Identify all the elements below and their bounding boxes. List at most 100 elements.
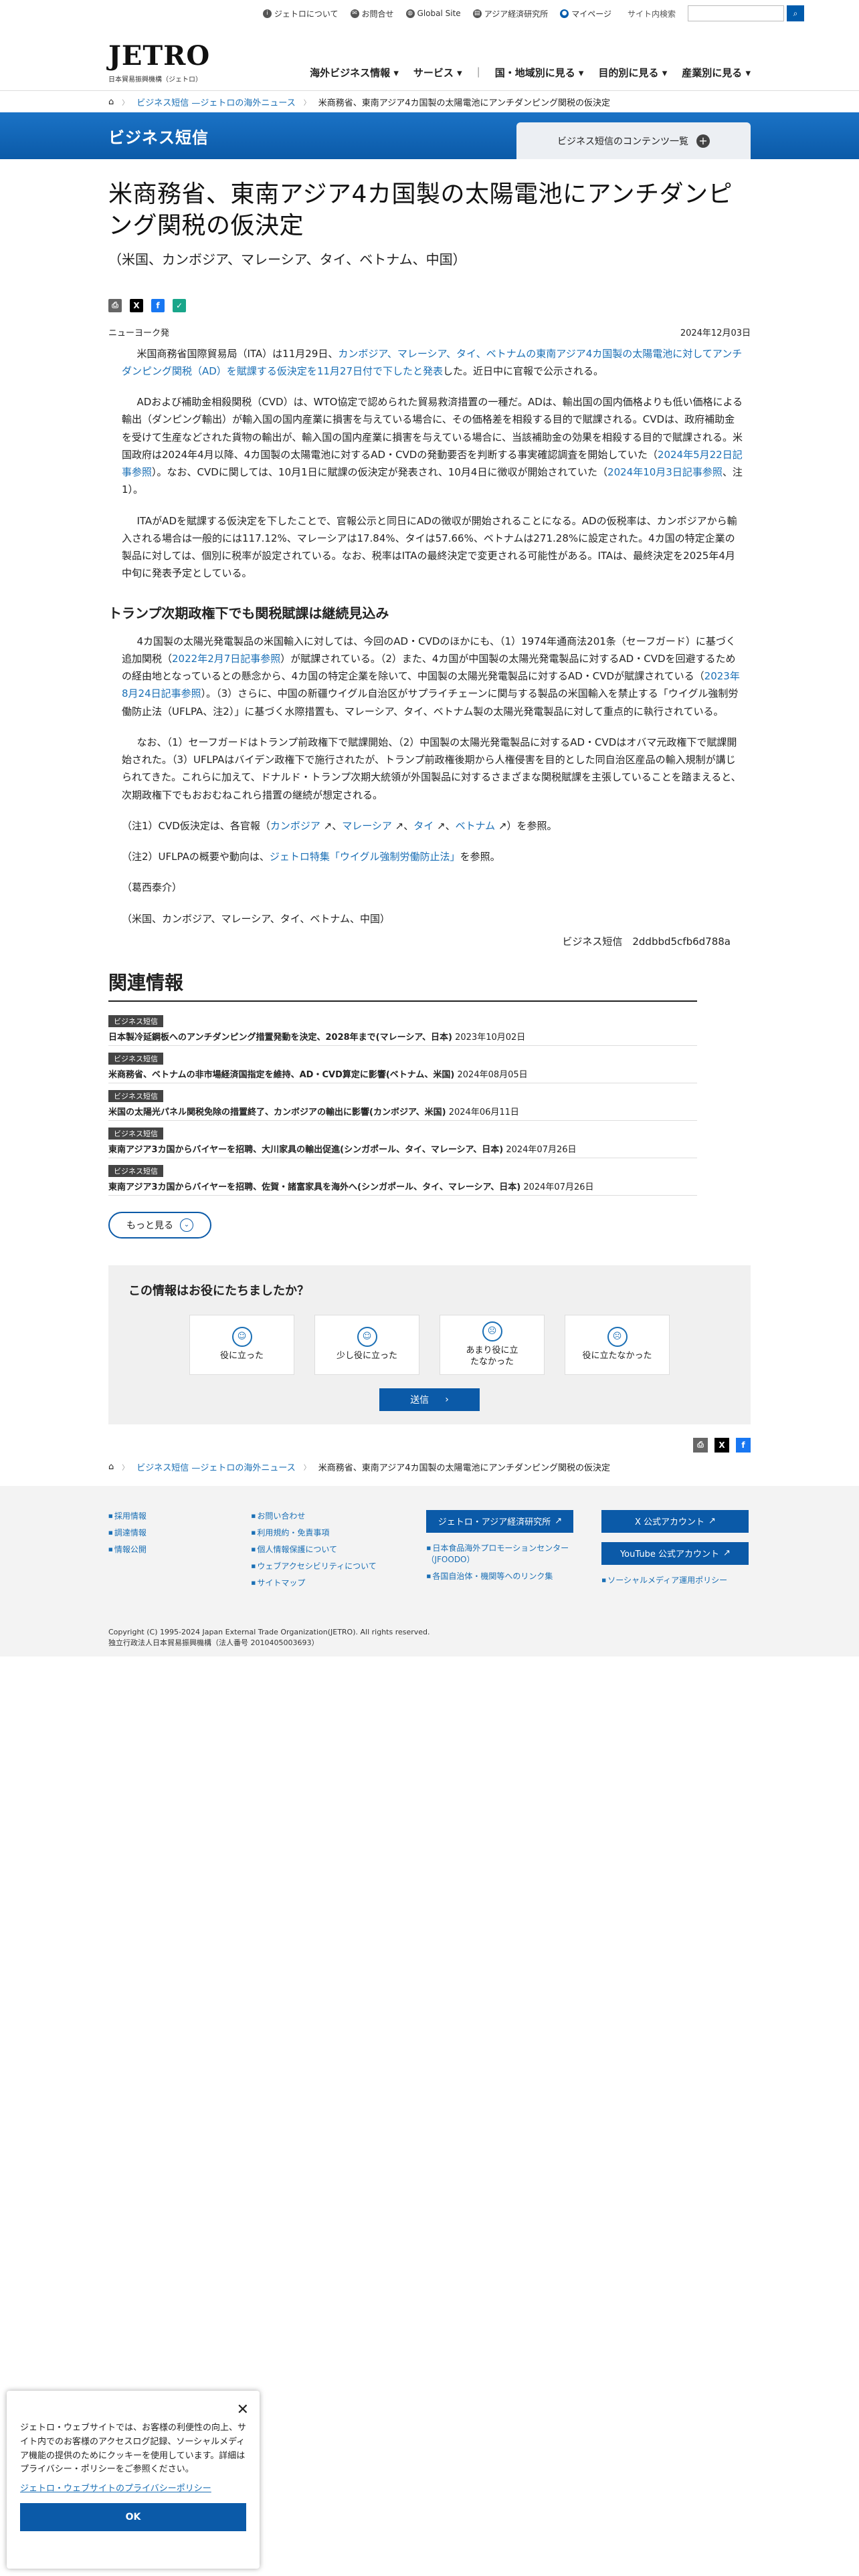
contact-link[interactable]: ✉ お問合せ bbox=[350, 8, 394, 19]
survey-option-not-helpful[interactable]: ☹ 役に立たなかった bbox=[565, 1314, 670, 1375]
mail-icon: ✉ bbox=[350, 9, 359, 18]
note-1: （注1）CVD仮決定は、各官報（カンボジア ↗、マレーシア ↗、タイ ↗、ベトナ… bbox=[122, 819, 557, 832]
text: （注1）CVD仮決定は、各官報（ bbox=[122, 819, 270, 832]
search-icon: ⌕ bbox=[793, 8, 798, 18]
ide-button[interactable]: ジェトロ・アジア経済研究所 ↗ bbox=[426, 1509, 574, 1533]
about-link[interactable]: i ジェトロについて bbox=[262, 8, 339, 19]
close-icon[interactable]: ✕ bbox=[237, 2401, 249, 2418]
gazette-link-cambodia[interactable]: カンボジア bbox=[270, 820, 320, 832]
uflpa-feature-link[interactable]: ジェトロ特集「ウイグル強制労働防止法」 bbox=[270, 851, 460, 863]
nav-separator: | bbox=[476, 66, 480, 78]
home-icon[interactable]: ⌂ bbox=[108, 97, 114, 107]
search-input[interactable] bbox=[688, 5, 784, 21]
breadcrumb-separator: 〉 bbox=[303, 99, 310, 107]
option-label: 役に立った bbox=[219, 1351, 264, 1362]
facebook-icon[interactable]: f bbox=[151, 298, 165, 312]
article-meta: ニューヨーク発 2024年12月03日 bbox=[108, 326, 751, 338]
print-icon[interactable]: ⎙ bbox=[108, 298, 122, 312]
related-item-title: 米国の太陽光パネル関税免除の措置終了、カンボジアの輸出に影響(カンボジア、米国) bbox=[108, 1107, 446, 1117]
global-label: Global Site bbox=[417, 9, 461, 18]
footer-link-contact[interactable]: お問い合わせ bbox=[257, 1511, 305, 1521]
related-item-date: 2024年06月11日 bbox=[448, 1107, 519, 1117]
logo-mark: JETRO bbox=[108, 40, 211, 72]
copyright-line: Copyright (C) 1995-2024 Japan External T… bbox=[108, 1627, 430, 1636]
footer-link-terms[interactable]: 利用規約・免責事項 bbox=[257, 1528, 329, 1537]
breadcrumb-biznews[interactable]: ビジネス短信 —ジェトロの海外ニュース bbox=[136, 1461, 295, 1473]
survey-option-not-very-helpful[interactable]: ☹ あまり役に立たなかった bbox=[440, 1314, 545, 1375]
text: ）。なお、CVDに関しては、10月1日に賦課の仮決定が発表され、10月4日に徴収… bbox=[152, 466, 608, 479]
related-item-date: 2023年10月02日 bbox=[455, 1032, 526, 1043]
survey-submit-button[interactable]: 送信 › bbox=[379, 1388, 480, 1411]
breadcrumb-current: 米商務省、東南アジア4カ国製の太陽電池にアンチダンピング関税の仮決定 bbox=[318, 1463, 610, 1474]
cookie-ok-button[interactable]: OK bbox=[20, 2503, 246, 2532]
footer-link-procurement[interactable]: 調達情報 bbox=[114, 1528, 147, 1537]
nav-overseas-info[interactable]: 海外ビジネス情報 ▾ bbox=[310, 66, 399, 80]
breadcrumb-current: 米商務省、東南アジア4カ国製の太陽電池にアンチダンピング関税の仮決定 bbox=[318, 98, 610, 108]
country-tags: （米国、カンボジア、マレーシア、タイ、ベトナム、中国） bbox=[122, 912, 390, 925]
footer-link-accessibility[interactable]: ウェブアクセシビリティについて bbox=[257, 1562, 376, 1571]
global-site-link[interactable]: ◍ Global Site bbox=[405, 9, 461, 18]
nav-by-industry[interactable]: 産業別に見る ▾ bbox=[682, 66, 751, 80]
related-item-title: 東南アジア3カ国からバイヤーを招聘、佐賀・諸富家具を海外へ(シンガポール、タイ、… bbox=[108, 1182, 521, 1192]
bookmark-icon[interactable]: ✓ bbox=[173, 298, 186, 312]
gazette-link-thailand[interactable]: タイ bbox=[413, 820, 434, 832]
related-item[interactable]: ビジネス短信 日本製冷延鋼板へのアンチダンピング措置発動を決定、2028年まで(マ… bbox=[108, 1008, 697, 1046]
footer-link-jfoodo[interactable]: 日本食品海外プロモーションセンター（JFOODO） bbox=[426, 1543, 569, 1564]
category-badge: ビジネス短信 bbox=[108, 1164, 163, 1177]
gazette-link-vietnam[interactable]: ベトナム bbox=[456, 820, 496, 832]
nav-services[interactable]: サービス ▾ bbox=[413, 66, 462, 80]
gazette-link-malaysia[interactable]: マレーシア bbox=[342, 820, 392, 832]
related-item[interactable]: ビジネス短信 米商務省、ベトナムの非市場経済国指定を維持、AD・CVD算定に影響(… bbox=[108, 1046, 697, 1083]
related-item[interactable]: ビジネス短信 東南アジア3カ国からバイヤーを招聘、大川家具の輸出促進(シンガポール… bbox=[108, 1121, 697, 1158]
text: を参照。 bbox=[460, 851, 500, 863]
ide-link[interactable]: ▤ アジア経済研究所 bbox=[472, 8, 548, 19]
user-icon: ● bbox=[560, 9, 569, 18]
facebook-icon[interactable]: f bbox=[736, 1437, 751, 1453]
chevron-down-icon: ⌄ bbox=[180, 1218, 193, 1232]
survey-question: この情報はお役にたちましたか？ bbox=[128, 1283, 309, 1298]
footer-link-social-policy[interactable]: ソーシャルメディア運用ポリシー bbox=[607, 1576, 727, 1585]
bottom-share-bar: ⎙ X f bbox=[108, 1437, 751, 1453]
related-article-link[interactable]: 2022年2月7日記事参照 bbox=[172, 653, 280, 665]
x-icon[interactable]: X bbox=[714, 1437, 729, 1453]
mypage-link[interactable]: ● マイページ bbox=[560, 8, 611, 19]
nav-by-region[interactable]: 国・地域別に見る ▾ bbox=[495, 66, 584, 80]
paragraph-5: なお、（1）セーフガードはトランプ前政権下で賦課開始、（2）中国製の太陽光発電製… bbox=[122, 736, 741, 801]
youtube-account-label: YouTube 公式アカウント bbox=[619, 1549, 719, 1560]
footer-link-links[interactable]: 各国自治体・機関等へのリンク集 bbox=[432, 1572, 553, 1581]
related-article-link[interactable]: 2024年10月3日記事参照 bbox=[607, 466, 723, 478]
option-label: あまり役に立たなかった bbox=[466, 1345, 518, 1367]
footer-link-disclosure[interactable]: 情報公開 bbox=[114, 1545, 147, 1554]
search-button[interactable]: ⌕ bbox=[787, 5, 804, 21]
survey-option-helpful[interactable]: ☺ 役に立った bbox=[189, 1314, 294, 1375]
footer-link-privacy[interactable]: 個人情報保護について bbox=[257, 1545, 337, 1554]
book-icon: ▤ bbox=[472, 9, 482, 18]
privacy-policy-link[interactable]: ジェトロ・ウェブサイトのプライバシーポリシー bbox=[20, 2484, 211, 2494]
copyright: Copyright (C) 1995-2024 Japan External T… bbox=[108, 1627, 751, 1649]
related-item-date: 2024年07月26日 bbox=[506, 1144, 577, 1155]
footer-link-sitemap[interactable]: サイトマップ bbox=[257, 1578, 305, 1588]
footer-link-recruit[interactable]: 採用情報 bbox=[114, 1511, 147, 1521]
section-heading: トランプ次期政権下でも関税賦課は継続見込み bbox=[108, 605, 389, 621]
content-list-button[interactable]: ビジネス短信のコンテンツ一覧 + bbox=[516, 122, 751, 159]
x-account-button[interactable]: X 公式アカウント ↗ bbox=[601, 1509, 749, 1533]
nav-by-purpose[interactable]: 目的別に見る ▾ bbox=[598, 66, 667, 80]
related-item[interactable]: ビジネス短信 米国の太陽光パネル関税免除の措置終了、カンボジアの輸出に影響(カンボ… bbox=[108, 1083, 697, 1121]
show-more-button[interactable]: もっと見る ⌄ bbox=[108, 1211, 211, 1239]
chevron-right-icon: › bbox=[445, 1394, 449, 1405]
home-icon[interactable]: ⌂ bbox=[108, 1462, 114, 1472]
article-countries: （米国、カンボジア、マレーシア、タイ、ベトナム、中国） bbox=[108, 251, 466, 267]
about-label: ジェトロについて bbox=[274, 9, 339, 19]
breadcrumb-biznews[interactable]: ビジネス短信 —ジェトロの海外ニュース bbox=[136, 96, 295, 108]
related-item[interactable]: ビジネス短信東南アジア3カ国からバイヤーを招聘、佐賀・諸富家具を海外へ(シンガポ… bbox=[108, 1158, 697, 1196]
logo-subtitle: 日本貿易振興機構（ジェトロ） bbox=[108, 76, 202, 84]
cookie-text: ジェトロ・ウェブサイトでは、お客様の利便性の向上、サイト内でのお客様のアクセスロ… bbox=[20, 2423, 247, 2475]
youtube-account-button[interactable]: YouTube 公式アカウント ↗ bbox=[601, 1541, 749, 1565]
share-bar: ⎙ X f ✓ bbox=[108, 298, 751, 312]
x-icon[interactable]: X bbox=[130, 298, 143, 312]
survey-option-somewhat-helpful[interactable]: ☺ 少し役に立った bbox=[314, 1314, 419, 1375]
show-more-label: もっと見る bbox=[126, 1220, 173, 1231]
jetro-logo[interactable]: JETRO 日本貿易振興機構（ジェトロ） bbox=[108, 43, 210, 84]
option-label: 少し役に立った bbox=[336, 1351, 397, 1362]
print-icon[interactable]: ⎙ bbox=[693, 1437, 708, 1453]
